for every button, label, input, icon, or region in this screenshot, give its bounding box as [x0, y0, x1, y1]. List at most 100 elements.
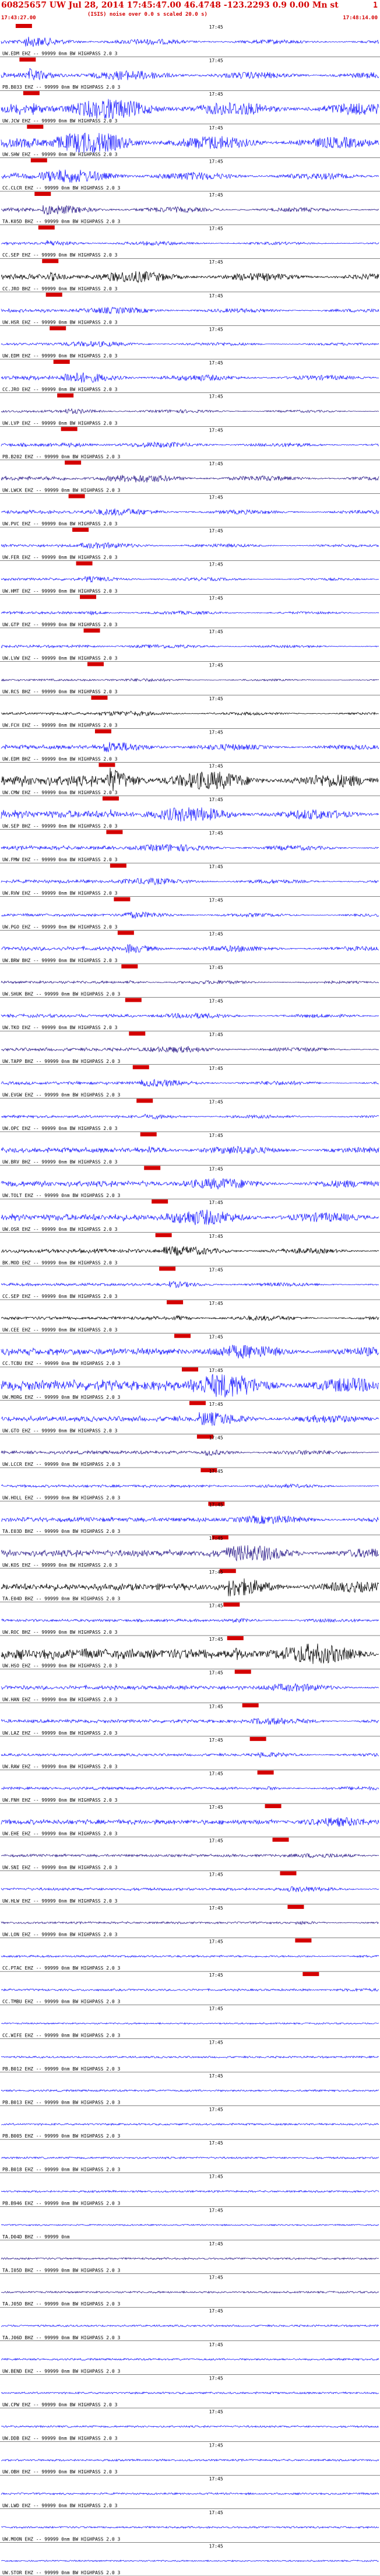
pick-marker	[42, 259, 59, 264]
pick-marker	[152, 1199, 168, 1204]
trace-waveform	[1, 1752, 379, 1758]
minute-tick-label: 17:45	[209, 1637, 223, 1642]
minute-tick-label: 17:45	[209, 1066, 223, 1071]
trace-waveform	[1, 132, 379, 153]
trace-label: UW.OSR EHZ -- 99999 0nm BW HIGHPASS 2.0 …	[2, 1227, 118, 1232]
trace-label: UW.LAZ EHZ -- 99999 0nm BW HIGHPASS 2.0 …	[2, 1731, 118, 1736]
minute-tick-label: 17:45	[209, 2275, 223, 2280]
trace-label: CC.CLCR EHZ -- 99999 0nm BW HIGHPASS 2.0…	[2, 185, 120, 191]
pick-marker	[125, 998, 142, 1002]
trace-label: UW.EDM BHZ -- 99999 0nm BW HIGHPASS 2.0 …	[2, 756, 118, 761]
trace-label: UW.RVW EHZ -- 99999 0nm BW HIGHPASS 2.0 …	[2, 891, 118, 896]
minute-tick-label: 17:45	[209, 1435, 223, 1440]
trace-label: CC.TMBU EHZ -- 99999 0nm BW HIGHPASS 2.0…	[2, 1999, 120, 2005]
pick-marker	[174, 1333, 191, 1338]
seismogram-traces: 17:45 UW.EDM EHZ -- 99999 0nm BW HIGHPASS…	[0, 23, 380, 2576]
trace-label: CC.SEP EHZ -- 99999 0nm BW HIGHPASS 2.0 …	[2, 1294, 118, 1299]
trace-label: CC.SEP EHZ -- 99999 0nm BW HIGHPASS 2.0 …	[2, 252, 118, 258]
trace-label: UW.EDM EHZ -- 99999 0nm BW HIGHPASS 2.0 …	[2, 51, 118, 57]
pick-marker	[91, 696, 108, 700]
trace-waveform	[1, 742, 379, 753]
minute-tick-label: 17:45	[209, 629, 223, 634]
minute-tick-label: 17:45	[209, 1670, 223, 1676]
seismogram-plot: 17:45 UW.EDM EHZ -- 99999 0nm BW HIGHPASS…	[0, 24, 380, 2576]
trace-label: UW.SHW EHZ -- 99999 0nm BW HIGHPASS 2.0 …	[2, 152, 118, 157]
minute-tick-label: 17:45	[209, 1267, 223, 1272]
pick-marker	[65, 460, 82, 465]
trace-label: UW.CPW EHZ -- 99999 0nm BW HIGHPASS 2.0 …	[2, 2402, 118, 2407]
trace-waveform	[1, 1643, 379, 1664]
pick-marker	[106, 830, 123, 834]
trace-label: TA.J05D BHZ -- 99999 0nm BW HIGHPASS 2.0…	[2, 2301, 120, 2307]
pick-marker	[144, 1166, 161, 1170]
minute-tick-label: 17:45	[209, 663, 223, 668]
trace-waveform	[1, 169, 379, 183]
minute-tick-label: 17:45	[209, 360, 223, 366]
trace-waveform	[1, 2089, 379, 2093]
trace-waveform	[1, 1578, 379, 1596]
minute-tick-label: 17:45	[209, 831, 223, 836]
trace-label: TA.J06D BHZ -- 99999 0nm BW HIGHPASS 2.0…	[2, 2335, 120, 2340]
trace-waveform	[1, 1785, 379, 1791]
trace-waveform	[1, 1450, 379, 1457]
trace-waveform	[1, 1545, 379, 1562]
trace-waveform	[1, 1079, 379, 1087]
pick-marker	[234, 1669, 251, 1674]
trace-label: TA.E04D BHZ -- 99999 0nm BW HIGHPASS 2.0…	[2, 1596, 120, 1601]
trace-waveform	[1, 2055, 379, 2059]
trace-label: UW.FCH EHZ -- 99999 0nm BW HIGHPASS 2.0 …	[2, 723, 118, 728]
pick-marker	[34, 192, 51, 196]
pick-marker	[114, 897, 131, 901]
trace-waveform	[1, 1683, 379, 1692]
trace-waveform	[1, 2223, 379, 2227]
trace-waveform	[1, 575, 379, 583]
minute-tick-label: 17:45	[209, 2476, 223, 2482]
pick-marker	[155, 1233, 172, 1237]
scaling-note: (ISIS) noise over 0.0 s scaled 20.0 s)	[87, 12, 207, 17]
pick-marker	[38, 225, 55, 230]
trace-waveform	[1, 306, 379, 315]
minute-tick-label: 17:45	[209, 2140, 223, 2146]
trace-label: UW.STOR EHZ -- 99999 0nm BW HIGHPASS 2.0…	[2, 2570, 120, 2575]
trace-label: PB.B005 EHZ -- 99999 0nm BW HIGHPASS 2.0…	[2, 2133, 120, 2139]
pick-marker	[182, 1367, 198, 1372]
pick-marker	[19, 57, 36, 62]
trace-label: BK.MOD EHZ -- 99999 0nm BW HIGHPASS 2.0 …	[2, 1260, 118, 1265]
minute-tick-label: 17:45	[209, 2107, 223, 2112]
trace-label: PB.B012 EHZ -- 99999 0nm BW HIGHPASS 2.0…	[2, 2066, 120, 2072]
trace-label: UW.OPC EHZ -- 99999 0nm BW HIGHPASS 2.0 …	[2, 1126, 118, 1131]
pick-marker	[87, 662, 104, 666]
minute-tick-label: 17:45	[209, 1234, 223, 1239]
minute-tick-label: 17:45	[209, 159, 223, 164]
minute-tick-label: 17:45	[209, 931, 223, 936]
minute-tick-label: 17:45	[209, 1335, 223, 1340]
trace-waveform	[1, 1345, 379, 1359]
minute-tick-label: 17:45	[209, 1738, 223, 1743]
trace-waveform	[1, 878, 379, 886]
minute-tick-label: 17:45	[209, 494, 223, 500]
minute-tick-label: 17:45	[209, 2510, 223, 2515]
trace-waveform	[1, 1146, 379, 1154]
minute-tick-label: 17:45	[209, 965, 223, 970]
minute-tick-label: 17:45	[209, 595, 223, 601]
pick-marker	[102, 796, 119, 801]
pick-marker	[129, 1031, 146, 1036]
trace-label: UW.OBH EHZ -- 99999 0nm BW HIGHPASS 2.0 …	[2, 2469, 118, 2475]
minute-tick-label: 17:45	[209, 1133, 223, 1138]
trace-waveform	[1, 2559, 379, 2563]
trace-label: UW.EHE EHZ -- 99999 0nm BW HIGHPASS 2.0 …	[2, 1831, 118, 1837]
minute-tick-label: 17:45	[209, 1402, 223, 1407]
pick-marker	[23, 91, 40, 96]
minute-tick-label: 17:45	[209, 1503, 223, 1508]
trace-waveform	[1, 2122, 379, 2126]
trace-label: UW.PGO EHZ -- 99999 0nm BW HIGHPASS 2.0 …	[2, 924, 118, 929]
pick-marker	[257, 1770, 274, 1775]
minute-tick-label: 17:45	[209, 763, 223, 768]
pick-marker	[61, 427, 78, 431]
trace-label: TA.E03D BHZ -- 99999 0nm BW HIGHPASS 2.0…	[2, 1529, 120, 1534]
trace-waveform	[1, 1113, 379, 1120]
minute-tick-label: 17:45	[209, 192, 223, 198]
trace-label: UW.FER EHZ -- 99999 0nm BW HIGHPASS 2.0 …	[2, 555, 118, 560]
trace-waveform	[1, 1817, 379, 1827]
minute-tick-label: 17:45	[209, 1469, 223, 1474]
